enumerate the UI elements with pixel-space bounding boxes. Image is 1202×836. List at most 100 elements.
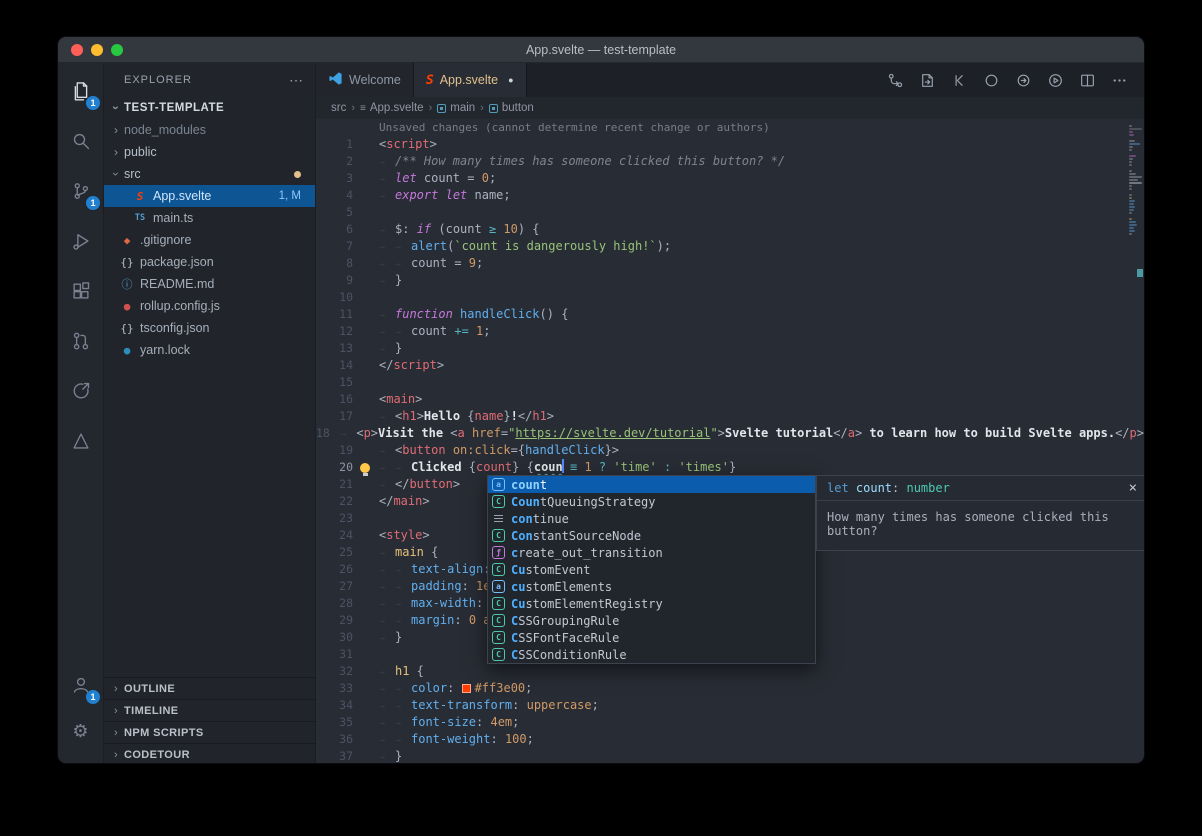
- tree-item-public[interactable]: ›public: [104, 141, 315, 163]
- code-line[interactable]: 32→h1 {: [316, 663, 1144, 680]
- more-actions-icon[interactable]: ⋯: [289, 72, 303, 89]
- tree-item-label: App.svelte: [153, 189, 279, 203]
- accounts-icon[interactable]: 1: [58, 665, 103, 705]
- live-share-icon[interactable]: [58, 371, 103, 411]
- gutter-gap: [353, 629, 379, 646]
- suggestion-constantsourcenode[interactable]: CConstantSourceNode: [488, 527, 815, 544]
- suggestion-count[interactable]: acount: [488, 476, 815, 493]
- run-debug-icon[interactable]: [58, 221, 103, 261]
- source-control-compare-icon[interactable]: [887, 72, 904, 89]
- code-line[interactable]: 16<main>: [316, 391, 1144, 408]
- code-line[interactable]: 20→→Clicked {count} {coun ≡ 1 ? 'time' :…: [316, 459, 1144, 476]
- tab-whitespace: →: [379, 273, 395, 290]
- code-line[interactable]: 6→$: if (count ≥ 10) {: [316, 221, 1144, 238]
- section-codetour[interactable]: ›CODETOUR: [104, 743, 315, 764]
- code-text: <script>: [379, 136, 1144, 153]
- extensions-icon[interactable]: [58, 271, 103, 311]
- minimize-window-button[interactable]: [91, 44, 103, 56]
- tree-item-readme-md[interactable]: ⓘREADME.md: [104, 273, 315, 295]
- tab-welcome[interactable]: Welcome: [316, 63, 414, 97]
- tree-item-rollup-config-js[interactable]: ●rollup.config.js: [104, 295, 315, 317]
- vscode-window: App.svelte — test-template 11 1⚙ EXPLORE…: [57, 36, 1145, 764]
- code-line[interactable]: 2→/** How many times has someone clicked…: [316, 153, 1144, 170]
- code-line[interactable]: 15: [316, 374, 1144, 391]
- suggestion-customelementregistry[interactable]: CCustomElementRegistry: [488, 595, 815, 612]
- code-line[interactable]: 19→<button on:click={handleClick}>: [316, 442, 1144, 459]
- section-timeline[interactable]: ›TIMELINE: [104, 699, 315, 721]
- code-text: →→font-weight: 100;: [379, 731, 1144, 748]
- code-line[interactable]: 4→export let name;: [316, 187, 1144, 204]
- suggestion-cssconditionrule[interactable]: CCSSConditionRule: [488, 646, 815, 663]
- tab-app-svelte[interactable]: SApp.svelte●: [414, 63, 527, 97]
- breadcrumb-item-button[interactable]: button: [489, 102, 534, 114]
- close-window-button[interactable]: [71, 44, 83, 56]
- suggestion-customevent[interactable]: CCustomEvent: [488, 561, 815, 578]
- tree-item-node-modules[interactable]: ›node_modules: [104, 119, 315, 141]
- tab-whitespace: →: [340, 426, 356, 443]
- lightbulb-icon[interactable]: [360, 463, 370, 473]
- tree-item-main-ts[interactable]: TSmain.ts: [104, 207, 315, 229]
- azure-icon[interactable]: [58, 421, 103, 461]
- line-number: 32: [316, 663, 353, 680]
- suggestion-cssfontfacerule[interactable]: CCSSFontFaceRule: [488, 629, 815, 646]
- tree-item-yarn-lock[interactable]: ●yarn.lock: [104, 339, 315, 361]
- suggestion-customelements[interactable]: acustomElements: [488, 578, 815, 595]
- codelens-annotation[interactable]: Unsaved changes (cannot determine recent…: [316, 119, 1144, 136]
- code-line[interactable]: 11→function handleClick() {: [316, 306, 1144, 323]
- code-line[interactable]: 14</script>: [316, 357, 1144, 374]
- code-line[interactable]: 34→→text-transform: uppercase;: [316, 697, 1144, 714]
- suggestion-create_out_transition[interactable]: ƒcreate_out_transition: [488, 544, 815, 561]
- code-line[interactable]: 33→→color: #ff3e00;: [316, 680, 1144, 697]
- settings-icon[interactable]: ⚙: [58, 711, 103, 751]
- open-changes-icon[interactable]: [919, 72, 936, 89]
- navigate-back-icon[interactable]: [951, 72, 968, 89]
- close-icon[interactable]: ×: [1129, 481, 1137, 495]
- code-line[interactable]: 17→<h1>Hello {name}!</h1>: [316, 408, 1144, 425]
- sync-icon[interactable]: [1015, 72, 1032, 89]
- tree-item-src[interactable]: ›src: [104, 163, 315, 185]
- tree-item-package-json[interactable]: {}package.json: [104, 251, 315, 273]
- gutter-gap: [353, 136, 379, 153]
- code-line[interactable]: 10: [316, 289, 1144, 306]
- code-line[interactable]: 5: [316, 204, 1144, 221]
- code-text: →}: [379, 272, 1144, 289]
- code-line[interactable]: 8→→count = 9;: [316, 255, 1144, 272]
- suggestion-countqueuingstrategy[interactable]: CCountQueuingStrategy: [488, 493, 815, 510]
- code-line[interactable]: 13→}: [316, 340, 1144, 357]
- section-npm-scripts[interactable]: ›NPM SCRIPTS: [104, 721, 315, 743]
- zoom-window-button[interactable]: [111, 44, 123, 56]
- split-editor-icon[interactable]: [1079, 72, 1096, 89]
- code-line[interactable]: 12→→count += 1;: [316, 323, 1144, 340]
- tree-item-label: node_modules: [124, 123, 301, 137]
- code-text: →}: [379, 748, 1144, 764]
- tree-item-label: README.md: [140, 277, 301, 291]
- explorer-icon[interactable]: 1: [58, 71, 103, 111]
- code-editor[interactable]: Unsaved changes (cannot determine recent…: [316, 119, 1144, 764]
- code-line[interactable]: 7→→alert(`count is dangerously high!`);: [316, 238, 1144, 255]
- source-control-icon[interactable]: 1: [58, 171, 103, 211]
- tree-item-app-svelte[interactable]: SApp.svelte1, M: [104, 185, 315, 207]
- breadcrumb-item-main[interactable]: main: [437, 102, 475, 114]
- suggestion-cssgroupingrule[interactable]: CCSSGroupingRule: [488, 612, 815, 629]
- breadcrumb-item-src[interactable]: src: [331, 102, 346, 114]
- code-line[interactable]: 9→}: [316, 272, 1144, 289]
- code-line[interactable]: 3→let count = 0;: [316, 170, 1144, 187]
- code-line[interactable]: 36→→font-weight: 100;: [316, 731, 1144, 748]
- circle-outline-icon[interactable]: [983, 72, 1000, 89]
- search-icon[interactable]: [58, 121, 103, 161]
- minimap[interactable]: [1128, 119, 1144, 764]
- tree-item--gitignore[interactable]: ◆.gitignore: [104, 229, 315, 251]
- code-line[interactable]: 18→<p>Visit the <a href="https://svelte.…: [316, 425, 1144, 442]
- code-line[interactable]: 37→}: [316, 748, 1144, 764]
- chevron-icon: ›: [108, 145, 124, 159]
- more-actions-icon[interactable]: [1111, 72, 1128, 89]
- run-icon[interactable]: [1047, 72, 1064, 89]
- tree-item-tsconfig-json[interactable]: {}tsconfig.json: [104, 317, 315, 339]
- github-pr-icon[interactable]: [58, 321, 103, 361]
- tree-root[interactable]: ›TEST-TEMPLATE: [104, 97, 315, 119]
- suggestion-continue[interactable]: continue: [488, 510, 815, 527]
- section-outline[interactable]: ›OUTLINE: [104, 677, 315, 699]
- code-line[interactable]: 35→→font-size: 4em;: [316, 714, 1144, 731]
- breadcrumb-item-app-svelte[interactable]: ≡App.svelte: [360, 102, 424, 114]
- code-line[interactable]: 1<script>: [316, 136, 1144, 153]
